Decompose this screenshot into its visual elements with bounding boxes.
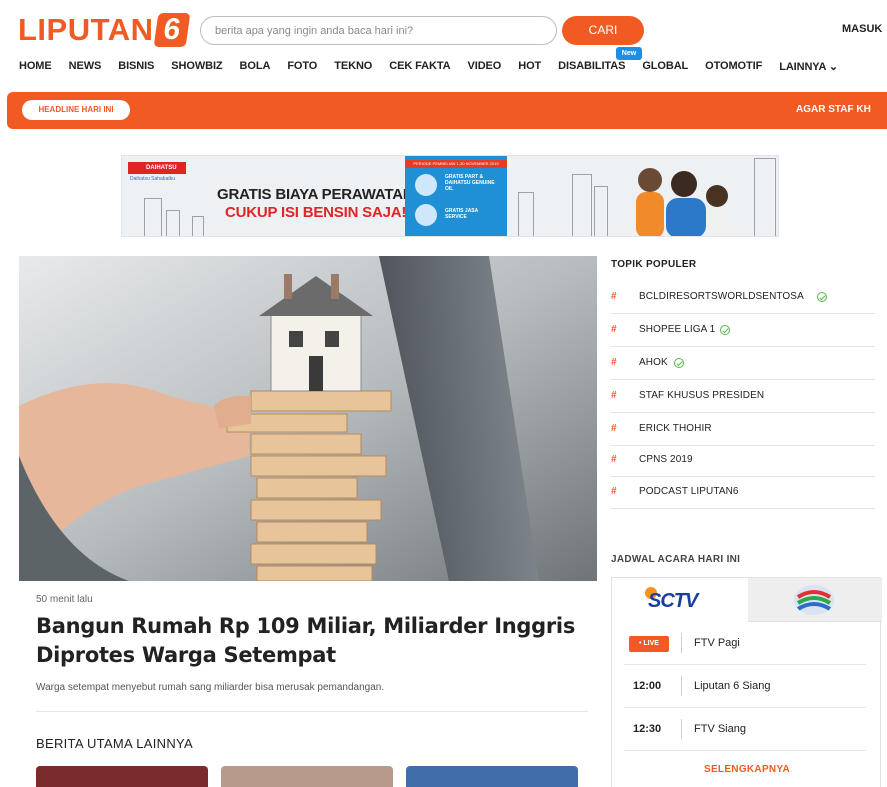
topic-item[interactable]: # CPNS 2019 [611, 444, 875, 477]
service-icon [415, 204, 437, 226]
search-input[interactable] [200, 16, 557, 45]
site-logo[interactable]: LIPUTAN 6 [18, 12, 190, 48]
news-thumbnail[interactable] [221, 766, 393, 787]
ad-headline: GRATIS BIAYA PERAWATAN, [217, 186, 418, 203]
hashtag-icon: # [611, 324, 617, 335]
headline-ticker[interactable]: AGAR STAF KH [796, 104, 871, 115]
article-title[interactable]: Bangun Rumah Rp 109 Miliar, Miliarder In… [36, 612, 581, 670]
headline-label[interactable]: HEADLINE HARI INI [22, 100, 130, 120]
topic-label: BCLDIRESORTSWORLDSENTOSA [639, 291, 804, 302]
ad-promo-panel: PERIODE PEMBELIAN 1-30 NOVEMBER 2019 GRA… [405, 156, 507, 236]
logo-number: 6 [153, 13, 190, 47]
tab-indosiar[interactable] [748, 578, 882, 622]
building-illustration [192, 216, 204, 236]
nav-item-otomotif[interactable]: OTOMOTIF [705, 60, 762, 76]
live-badge: • LIVE [629, 636, 669, 652]
nav-item-hot[interactable]: HOT [518, 60, 541, 76]
nav-item-lainnya[interactable]: LAINNYA ⌄ [779, 60, 838, 76]
topic-item[interactable]: # STAF KHUSUS PRESIDEN [611, 380, 875, 413]
program-time: 12:00 [633, 680, 662, 692]
schedule-widget: SCTV • LIVE FTV Pagi 12:00 Liputan 6 Sia… [611, 577, 882, 787]
building-illustration [754, 158, 776, 236]
building-illustration [572, 174, 592, 236]
program-name: FTV Pagi [694, 637, 740, 649]
nav-item-bisnis[interactable]: BISNIS [118, 60, 154, 76]
nav-item-tekno[interactable]: TEKNO [334, 60, 372, 76]
building-illustration [166, 210, 180, 236]
news-thumbnail[interactable] [406, 766, 578, 787]
hashtag-icon: # [611, 291, 617, 302]
tab-sctv[interactable]: SCTV [612, 578, 748, 622]
nav-item-home[interactable]: HOME [19, 60, 52, 76]
see-more-link[interactable]: SELENGKAPNYA [612, 764, 882, 775]
schedule-row[interactable]: 12:30 FTV Siang [624, 708, 866, 751]
logo-text: LIPUTAN [18, 12, 154, 47]
popular-topics-title: TOPIK POPULER [611, 259, 697, 270]
topic-label: STAF KHUSUS PRESIDEN [639, 390, 765, 401]
building-illustration [144, 198, 162, 236]
nav-item-cek-fakta[interactable]: CEK FAKTA [389, 60, 450, 76]
topic-item[interactable]: # PODCAST LIPUTAN6 [611, 476, 875, 509]
ad-promo-1: GRATIS PART & DAIHATSU GENUINE OIL [445, 174, 495, 192]
headline-image[interactable] [19, 256, 597, 581]
divider [36, 711, 588, 712]
hashtag-icon: # [611, 390, 617, 401]
nav-item-showbiz[interactable]: SHOWBIZ [171, 60, 222, 76]
login-link[interactable]: MASUK [842, 23, 882, 35]
separator [681, 633, 682, 653]
topic-label: SHOPEE LIGA 1 [639, 324, 716, 335]
article-time: 50 menit lalu [36, 594, 93, 605]
topic-label: AHOK [639, 357, 668, 368]
verified-icon [817, 292, 827, 302]
nav-item-video[interactable]: VIDEO [468, 60, 502, 76]
nav-item-news[interactable]: NEWS [69, 60, 102, 76]
new-badge: New [616, 47, 642, 60]
topic-label: PODCAST LIPUTAN6 [639, 486, 739, 497]
topic-item[interactable]: # ERICK THOHIR [611, 413, 875, 446]
topic-label: CPNS 2019 [639, 454, 693, 465]
indosiar-logo [794, 585, 834, 615]
topic-item[interactable]: # BCLDIRESORTSWORLDSENTOSA [611, 281, 875, 314]
verified-icon [720, 325, 730, 335]
ad-banner[interactable]: DAIHATSU Daihatsu Sahabatku GRATIS BIAYA… [121, 155, 779, 237]
schedule-row[interactable]: • LIVE FTV Pagi [624, 622, 866, 665]
verified-icon [674, 358, 684, 368]
section-title: BERITA UTAMA LAINNYA [36, 736, 193, 751]
topic-label: ERICK THOHIR [639, 423, 712, 434]
separator [681, 676, 682, 696]
hashtag-icon: # [611, 454, 617, 465]
search-button[interactable]: CARI [562, 16, 644, 45]
ad-period: PERIODE PEMBELIAN 1-30 NOVEMBER 2019 [405, 160, 507, 168]
nav-item-bola[interactable]: BOLA [240, 60, 271, 76]
nav-item-disabilitas[interactable]: DISABILITAS [558, 60, 625, 76]
sctv-logo: SCTV [648, 590, 698, 612]
hashtag-icon: # [611, 357, 617, 368]
ad-tagline: Daihatsu Sahabatku [130, 176, 176, 182]
program-name: Liputan 6 Siang [694, 680, 771, 692]
nav-item-global[interactable]: GLOBAL [642, 60, 688, 76]
schedule-title: JADWAL ACARA HARI INI [611, 554, 741, 565]
schedule-row[interactable]: 12:00 Liputan 6 Siang [624, 665, 866, 708]
program-time: 12:30 [633, 723, 662, 735]
nav-item-foto[interactable]: FOTO [287, 60, 317, 76]
building-illustration [518, 192, 534, 236]
program-name: FTV Siang [694, 723, 746, 735]
hashtag-icon: # [611, 423, 617, 434]
separator [681, 719, 682, 739]
building-illustration [594, 186, 608, 236]
family-illustration [636, 168, 730, 236]
news-thumbnail[interactable] [36, 766, 208, 787]
topic-item[interactable]: # SHOPEE LIGA 1 [611, 314, 875, 347]
hashtag-icon: # [611, 486, 617, 497]
ad-promo-2: GRATIS JASA SERVICE [445, 208, 479, 220]
ad-subheadline: CUKUP ISI BENSIN SAJA!* [225, 204, 412, 221]
main-nav: HOME NEWS BISNIS SHOWBIZ BOLA FOTO TEKNO… [19, 60, 855, 76]
jenga-house-photo [19, 256, 597, 581]
headline-bar [7, 92, 887, 129]
ad-brand: DAIHATSU [128, 162, 186, 174]
article-description: Warga setempat menyebut rumah sang milia… [36, 682, 385, 693]
topic-item[interactable]: # AHOK [611, 347, 875, 380]
oil-icon [415, 174, 437, 196]
